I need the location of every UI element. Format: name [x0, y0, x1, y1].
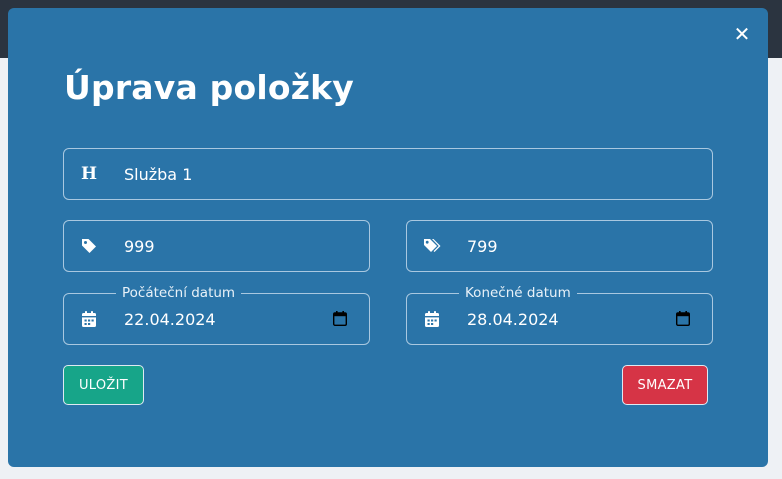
price-field[interactable]: 999: [63, 220, 370, 272]
start-date-value: 22.04.2024: [124, 310, 216, 329]
edit-item-modal: ✕ Úprava položky H Služba 1 999 799 Počá…: [8, 8, 768, 467]
price-input-value: 999: [124, 237, 155, 256]
start-date-picker-icon[interactable]: [332, 311, 349, 327]
sale-price-field[interactable]: 799: [406, 220, 713, 272]
calendar-icon: [421, 308, 443, 330]
sale-price-input-value: 799: [467, 237, 498, 256]
tags-icon: [421, 235, 443, 257]
calendar-icon: [78, 308, 100, 330]
end-date-label: Konečné datum: [459, 285, 577, 301]
close-icon[interactable]: ✕: [732, 24, 752, 44]
heading-icon: H: [80, 164, 98, 184]
modal-title: Úprava položky: [64, 68, 354, 107]
tag-icon: [78, 235, 100, 257]
name-field[interactable]: H Služba 1: [63, 148, 713, 200]
end-date-field[interactable]: Konečné datum 28.04.2024: [406, 285, 713, 345]
name-input-value: Služba 1: [124, 165, 193, 184]
start-date-label: Počáteční datum: [116, 285, 242, 301]
start-date-field[interactable]: Počáteční datum 22.04.2024: [63, 285, 370, 345]
end-date-value: 28.04.2024: [467, 310, 559, 329]
end-date-picker-icon[interactable]: [675, 311, 692, 327]
delete-button[interactable]: SMAZAT: [622, 365, 708, 405]
save-button[interactable]: ULOŽIT: [63, 365, 144, 405]
